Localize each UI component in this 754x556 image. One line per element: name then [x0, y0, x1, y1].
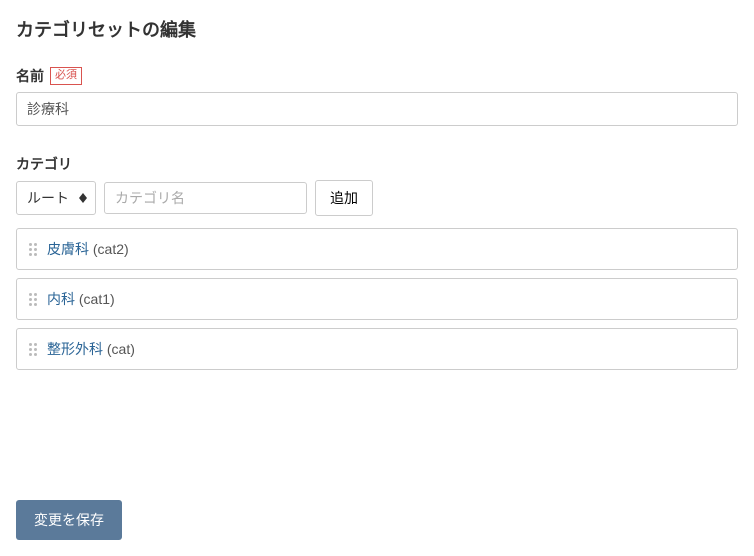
- root-select-value: ルート: [27, 188, 69, 208]
- category-list: 皮膚科 (cat2) 内科 (cat1) 整形外科 (cat): [16, 228, 738, 370]
- category-suffix: (cat2): [89, 241, 129, 257]
- category-label: カテゴリ: [16, 154, 72, 174]
- name-field: 名前 必須: [16, 66, 738, 126]
- category-suffix: (cat1): [75, 291, 115, 307]
- list-item: 内科 (cat1): [16, 278, 738, 320]
- save-button[interactable]: 変更を保存: [16, 500, 122, 540]
- category-link[interactable]: 内科: [47, 291, 75, 307]
- select-arrows-icon: [79, 193, 87, 203]
- name-label: 名前: [16, 66, 44, 86]
- name-input[interactable]: [16, 92, 738, 126]
- page-title: カテゴリセットの編集: [16, 16, 738, 42]
- add-button[interactable]: 追加: [315, 180, 373, 216]
- list-item: 皮膚科 (cat2): [16, 228, 738, 270]
- category-link[interactable]: 整形外科: [47, 341, 103, 357]
- drag-handle-icon[interactable]: [29, 343, 37, 356]
- drag-handle-icon[interactable]: [29, 293, 37, 306]
- drag-handle-icon[interactable]: [29, 243, 37, 256]
- list-item: 整形外科 (cat): [16, 328, 738, 370]
- required-badge: 必須: [50, 67, 82, 84]
- category-section: カテゴリ ルート 追加 皮膚科 (cat2) 内科 (cat: [16, 154, 738, 370]
- category-suffix: (cat): [103, 341, 135, 357]
- category-name-input[interactable]: [104, 182, 307, 214]
- root-select[interactable]: ルート: [16, 181, 96, 215]
- category-link[interactable]: 皮膚科: [47, 241, 89, 257]
